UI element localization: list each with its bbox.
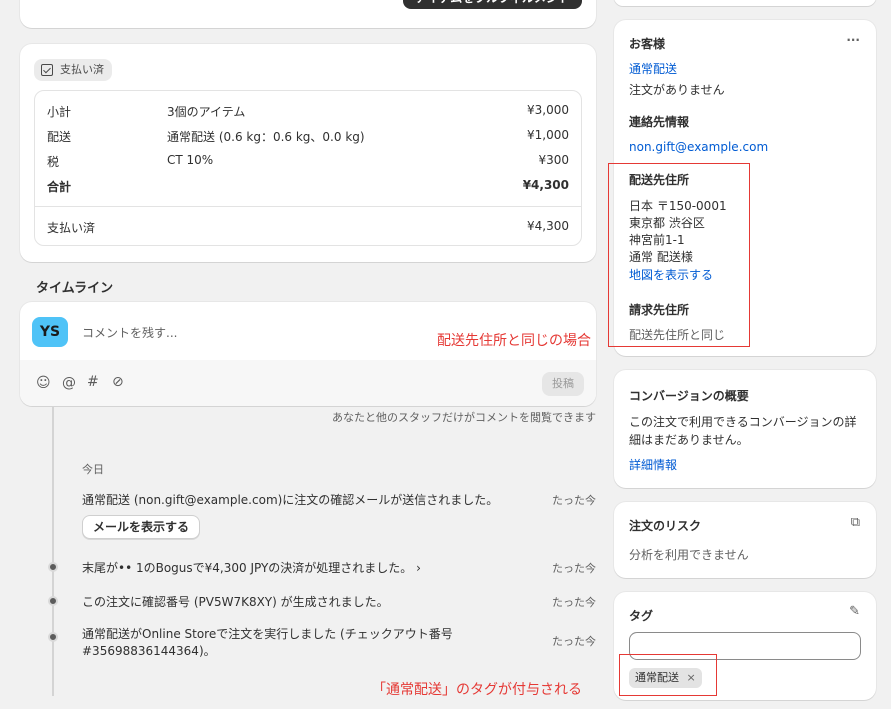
payment-summary: 小計 3個のアイテム ¥3,000 配送 通常配送 (0.6 kg：0.6 kg… bbox=[34, 90, 582, 246]
comment-toolbar: ☺ @ # ⊘ 投稿 bbox=[20, 360, 596, 406]
tags-title: タグ bbox=[629, 609, 654, 623]
row-label: 税 bbox=[47, 155, 60, 169]
row-label: 配送 bbox=[47, 130, 72, 144]
timeline-event-email: 通常配送 (non.gift@example.com)に注文の確認メールが送信さ… bbox=[82, 491, 596, 543]
event-text-line1: 通常配送がOnline Storeで注文を実行しました (チェックアウト番号 bbox=[82, 627, 453, 641]
report-icon[interactable]: ⧉ bbox=[851, 515, 860, 530]
avatar: YS bbox=[32, 317, 68, 347]
timeline-event-payment[interactable]: 末尾が•• 1のBogusで¥4,300 JPYの決済が処理されました。 › た… bbox=[82, 559, 596, 577]
risk-text: 分析を利用できません bbox=[629, 548, 749, 562]
view-email-button[interactable]: メールを表示する bbox=[82, 515, 201, 539]
comment-input[interactable]: コメントを残す... bbox=[82, 324, 462, 341]
timeline-event-confirmation: この注文に確認番号 (PV5W7K8XY) が生成されました。 たった今 bbox=[82, 593, 596, 611]
checkbox-check-icon bbox=[41, 64, 53, 76]
fulfillment-card: アイテムをフルフィルメント bbox=[20, 0, 596, 28]
timeline-line bbox=[52, 406, 54, 696]
row-amount: ¥300 bbox=[538, 153, 569, 167]
event-text-line2: #35698836144364)。 bbox=[82, 644, 216, 658]
mention-icon[interactable]: @ bbox=[62, 375, 76, 391]
row-amount: ¥3,000 bbox=[527, 103, 569, 117]
row-desc: 3個のアイテム bbox=[167, 105, 246, 119]
attachment-icon[interactable]: ⊘ bbox=[112, 374, 124, 390]
conversion-card: コンバージョンの概要 この注文で利用できるコンバージョンの詳 細はまだありません… bbox=[614, 370, 876, 488]
shipping-highlight-box bbox=[608, 163, 750, 347]
emoji-icon[interactable]: ☺ bbox=[36, 375, 51, 391]
comment-visibility-note: あなたと他のスタッフだけがコメントを閲覧できます bbox=[332, 411, 596, 424]
event-text: 通常配送 (non.gift@example.com)に注文の確認メールが送信さ… bbox=[82, 493, 499, 507]
summary-row-subtotal: 小計 3個のアイテム ¥3,000 bbox=[35, 103, 581, 119]
more-options-icon[interactable]: ··· bbox=[846, 33, 860, 47]
event-text: 末尾が•• 1のBogusで¥4,300 JPYの決済が処理されました。 › bbox=[82, 561, 421, 575]
payment-status-badge: 支払い済 bbox=[34, 59, 112, 81]
payment-card: 支払い済 小計 3個のアイテム ¥3,000 配送 通常配送 (0.6 kg：0… bbox=[20, 44, 596, 262]
conversion-title: コンバージョンの概要 bbox=[629, 389, 749, 403]
summary-row-shipping: 配送 通常配送 (0.6 kg：0.6 kg、0.0 kg) ¥1,000 bbox=[35, 128, 581, 144]
row-amount: ¥4,300 bbox=[527, 219, 569, 233]
event-time: たった今 bbox=[552, 635, 596, 648]
row-label: 小計 bbox=[47, 105, 72, 119]
pencil-icon[interactable]: ✎ bbox=[849, 604, 860, 619]
row-label: 支払い済 bbox=[47, 221, 96, 235]
timeline-title: タイムライン bbox=[36, 281, 114, 296]
timeline-event-order: 通常配送がOnline Storeで注文を実行しました (チェックアウト番号 #… bbox=[82, 625, 596, 661]
row-desc: 通常配送 (0.6 kg：0.6 kg、0.0 kg) bbox=[167, 130, 365, 144]
summary-row-tax: 税 CT 10% ¥300 bbox=[35, 153, 581, 169]
summary-divider bbox=[35, 206, 581, 207]
customer-email-link[interactable]: non.gift@example.com bbox=[629, 140, 768, 154]
timeline-dot bbox=[48, 562, 58, 572]
customer-title: お客様 bbox=[629, 37, 666, 51]
contact-title: 連絡先情報 bbox=[629, 115, 690, 129]
hashtag-icon[interactable]: # bbox=[87, 374, 99, 390]
fulfill-items-button[interactable]: アイテムをフルフィルメント bbox=[403, 0, 582, 9]
tag-highlight-box bbox=[619, 654, 717, 696]
comment-card: YS コメントを残す... ☺ @ # ⊘ 投稿 bbox=[20, 302, 596, 406]
summary-row-total: 合計 ¥4,300 bbox=[35, 178, 581, 194]
row-desc: CT 10% bbox=[167, 153, 214, 167]
tag-annotation: 「通常配送」のタグが付与される bbox=[372, 682, 582, 698]
risk-title: 注文のリスク bbox=[629, 519, 702, 533]
row-amount: ¥4,300 bbox=[522, 178, 569, 192]
conversion-text-line1: この注文で利用できるコンバージョンの詳 bbox=[629, 415, 857, 429]
billing-annotation: 配送先住所と同じの場合 bbox=[437, 333, 591, 349]
payment-status-label: 支払い済 bbox=[60, 63, 104, 76]
customer-orders: 注文がありません bbox=[629, 83, 725, 97]
right-top-card bbox=[614, 0, 876, 6]
event-time: たった今 bbox=[552, 562, 596, 575]
timeline-dot bbox=[48, 596, 58, 606]
conversion-text-line2: 細はまだありません。 bbox=[629, 433, 749, 447]
customer-name-link[interactable]: 通常配送 bbox=[629, 60, 677, 77]
summary-row-paid: 支払い済 ¥4,300 bbox=[35, 219, 581, 235]
timeline-day-label: 今日 bbox=[82, 463, 104, 476]
event-time: たった今 bbox=[552, 596, 596, 609]
row-label: 合計 bbox=[47, 180, 72, 194]
post-button[interactable]: 投稿 bbox=[542, 372, 584, 396]
event-text: この注文に確認番号 (PV5W7K8XY) が生成されました。 bbox=[82, 595, 389, 609]
conversion-details-link[interactable]: 詳細情報 bbox=[629, 456, 677, 473]
risk-card: 注文のリスク ⧉ 分析を利用できません bbox=[614, 502, 876, 578]
timeline-dot bbox=[48, 632, 58, 642]
event-time: たった今 bbox=[552, 494, 596, 507]
row-amount: ¥1,000 bbox=[527, 128, 569, 142]
